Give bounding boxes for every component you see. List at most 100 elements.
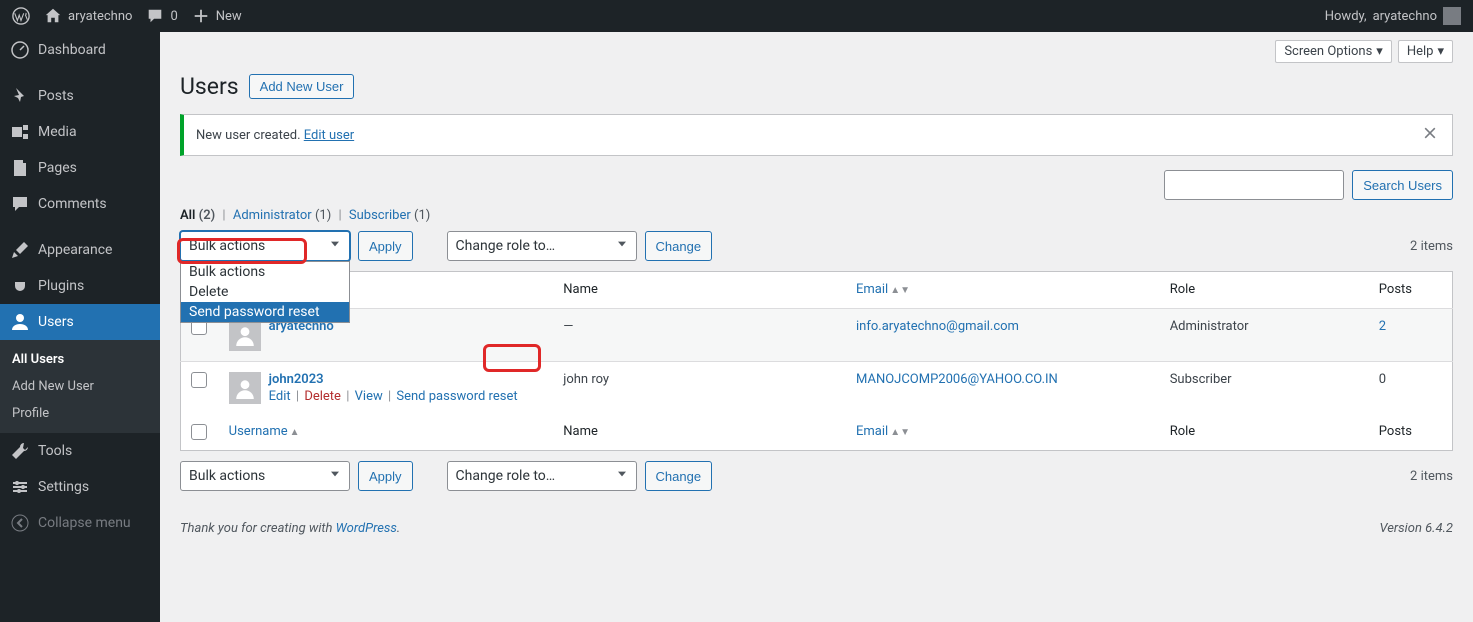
- sidebar-item-label: Appearance: [38, 242, 112, 258]
- sidebar-item-label: Settings: [38, 479, 89, 495]
- col-name-footer: Name: [553, 414, 846, 451]
- bulk-actions-select[interactable]: Bulk actions Bulk actions Delete Send pa…: [180, 231, 350, 261]
- sidebar-item-comments[interactable]: Comments: [0, 186, 160, 222]
- filter-administrator[interactable]: Administrator (1): [233, 208, 335, 223]
- delete-action[interactable]: Delete: [304, 389, 341, 404]
- filter-all[interactable]: All (2): [180, 208, 218, 223]
- user-email-link[interactable]: info.aryatechno@gmail.com: [856, 319, 1019, 334]
- user-icon: [10, 312, 30, 332]
- plus-icon: [192, 7, 210, 25]
- change-role-select-bottom[interactable]: Change role to…: [447, 461, 637, 491]
- site-name: aryatechno: [68, 9, 132, 24]
- user-role: Administrator: [1160, 309, 1369, 362]
- col-posts-footer: Posts: [1369, 414, 1453, 451]
- page-icon: [10, 158, 30, 178]
- user-role: Subscriber: [1160, 362, 1369, 415]
- select-all-checkbox-footer[interactable]: [191, 424, 207, 440]
- col-username-footer[interactable]: Username▲: [219, 414, 554, 451]
- send-password-reset-action[interactable]: Send password reset: [396, 389, 517, 404]
- sidebar-item-plugins[interactable]: Plugins: [0, 268, 160, 304]
- sidebar-item-label: Dashboard: [38, 42, 106, 58]
- submenu-profile[interactable]: Profile: [0, 400, 160, 427]
- dismiss-notice-button[interactable]: [1420, 125, 1440, 145]
- dashboard-icon: [10, 40, 30, 60]
- sidebar-item-label: Plugins: [38, 278, 84, 294]
- chevron-down-icon: [327, 236, 343, 256]
- comments-count: 0: [170, 9, 177, 24]
- help-button[interactable]: Help ▾: [1398, 40, 1453, 63]
- sidebar-item-collapse[interactable]: Collapse menu: [0, 505, 160, 541]
- change-role-button-bottom[interactable]: Change: [645, 461, 713, 491]
- user-name: —: [553, 309, 846, 362]
- users-table: Username▲ Name Email▲▼ Role Posts aryate…: [180, 271, 1453, 451]
- wp-logo[interactable]: [12, 7, 30, 25]
- sidebar-item-posts[interactable]: Posts: [0, 78, 160, 114]
- search-users-button[interactable]: Search Users: [1352, 170, 1453, 200]
- submenu-all-users[interactable]: All Users: [0, 346, 160, 373]
- bulk-option-delete[interactable]: Delete: [181, 282, 349, 302]
- home-icon: [44, 7, 62, 25]
- sidebar-item-settings[interactable]: Settings: [0, 469, 160, 505]
- settings-icon: [10, 477, 30, 497]
- sidebar-item-pages[interactable]: Pages: [0, 150, 160, 186]
- comment-icon: [146, 7, 164, 25]
- search-input[interactable]: [1164, 170, 1344, 200]
- footer-thanks: Thank you for creating with: [180, 521, 336, 536]
- screen-options-button[interactable]: Screen Options ▾: [1275, 40, 1392, 63]
- chevron-down-icon: ▾: [1437, 44, 1444, 59]
- user-name: john roy: [553, 362, 846, 415]
- bulk-current: Bulk actions: [189, 238, 265, 254]
- comments-link[interactable]: 0: [146, 7, 177, 25]
- avatar-icon: [229, 319, 261, 351]
- notice-text: New user created.: [196, 128, 304, 143]
- role-placeholder: Change role to…: [456, 238, 556, 254]
- bulk-option-send-password-reset[interactable]: Send password reset: [181, 302, 349, 322]
- col-role-footer: Role: [1160, 414, 1369, 451]
- add-new-user-button[interactable]: Add New User: [249, 74, 355, 99]
- howdy-account[interactable]: Howdy, aryatechno: [1325, 7, 1461, 25]
- filter-links: All (2) | Administrator (1) | Subscriber…: [160, 208, 1473, 231]
- change-role-select[interactable]: Change role to…: [447, 231, 637, 261]
- page-title: Users: [180, 73, 239, 100]
- bulk-option-bulk-actions[interactable]: Bulk actions: [181, 262, 349, 282]
- user-posts: 0: [1369, 362, 1453, 415]
- bulk-actions-select-bottom[interactable]: Bulk actions: [180, 461, 350, 491]
- edit-action[interactable]: Edit: [269, 389, 291, 404]
- bulk-actions-dropdown: Bulk actions Delete Send password reset: [180, 261, 350, 323]
- sidebar-item-label: Tools: [38, 443, 72, 459]
- sidebar-item-label: Pages: [38, 160, 77, 176]
- view-action[interactable]: View: [355, 389, 383, 404]
- sidebar-item-media[interactable]: Media: [0, 114, 160, 150]
- wordpress-link[interactable]: WordPress: [336, 521, 397, 536]
- col-email-footer[interactable]: Email▲▼: [846, 414, 1160, 451]
- change-role-button[interactable]: Change: [645, 231, 713, 261]
- edit-user-link[interactable]: Edit user: [304, 128, 354, 143]
- col-role: Role: [1160, 272, 1369, 309]
- avatar-icon: [1443, 7, 1461, 25]
- submenu-add-new-user[interactable]: Add New User: [0, 373, 160, 400]
- sidebar-item-label: Collapse menu: [38, 515, 131, 531]
- sidebar-item-tools[interactable]: Tools: [0, 433, 160, 469]
- content-area: Screen Options ▾ Help ▾ Users Add New Us…: [160, 32, 1473, 622]
- site-home-link[interactable]: aryatechno: [44, 7, 132, 25]
- sidebar-item-dashboard[interactable]: Dashboard: [0, 32, 160, 68]
- username-link[interactable]: john2023: [269, 372, 324, 387]
- table-row: aryatechno — info.aryatechno@gmail.com A…: [181, 309, 1453, 362]
- user-posts-link[interactable]: 2: [1379, 319, 1386, 334]
- sidebar-item-users[interactable]: Users: [0, 304, 160, 340]
- col-email[interactable]: Email▲▼: [846, 272, 1160, 309]
- items-count: 2 items: [1410, 239, 1453, 254]
- new-content-link[interactable]: New: [192, 7, 242, 25]
- admin-bar: aryatechno 0 New Howdy, aryatechno: [0, 0, 1473, 32]
- apply-button[interactable]: Apply: [358, 231, 413, 261]
- row-checkbox[interactable]: [191, 372, 207, 388]
- filter-subscriber[interactable]: Subscriber (1): [349, 208, 430, 223]
- apply-button-bottom[interactable]: Apply: [358, 461, 413, 491]
- wrench-icon: [10, 441, 30, 461]
- sidebar-item-appearance[interactable]: Appearance: [0, 232, 160, 268]
- chevron-down-icon: [327, 466, 343, 486]
- user-email-link[interactable]: MANOJCOMP2006@YAHOO.CO.IN: [856, 372, 1058, 387]
- sort-icon: ▲: [290, 427, 300, 438]
- close-icon: [1422, 125, 1438, 141]
- collapse-icon: [10, 513, 30, 533]
